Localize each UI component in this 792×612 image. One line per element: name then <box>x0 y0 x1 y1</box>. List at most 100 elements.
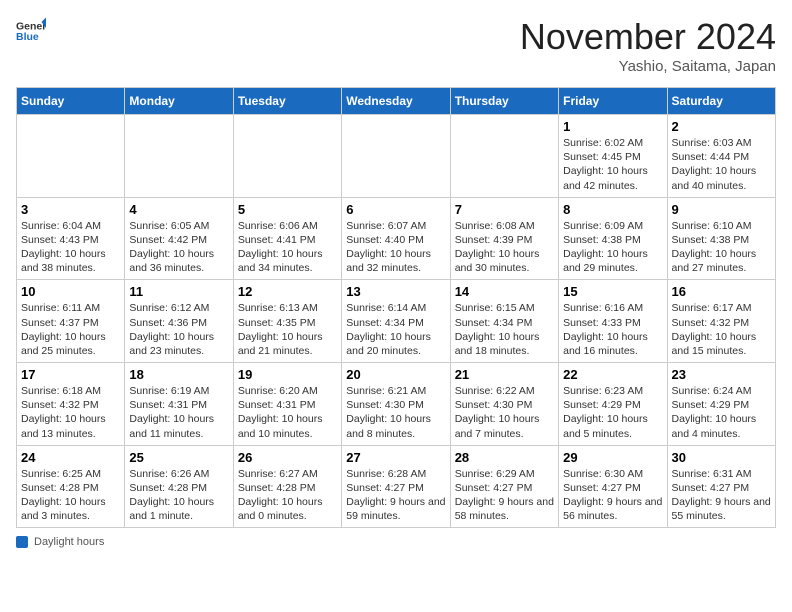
calendar-cell: 6 Sunrise: 6:07 AM Sunset: 4:40 PM Daylig… <box>342 197 450 280</box>
calendar-cell: 29 Sunrise: 6:30 AM Sunset: 4:27 PM Dayli… <box>559 445 667 528</box>
svg-text:Blue: Blue <box>16 31 39 43</box>
day-of-week-header: Saturday <box>667 88 775 115</box>
calendar-cell: 22Sunrise: 6:23 AM Sunset: 4:29 PM Dayli… <box>559 363 667 446</box>
calendar-cell: 21 Sunrise: 6:22 AM Sunset: 4:30 PM Dayli… <box>450 363 558 446</box>
calendar-cell: 26 Sunrise: 6:27 AM Sunset: 4:28 PM Dayli… <box>233 445 341 528</box>
day-of-week-header: Monday <box>125 88 233 115</box>
calendar-cell: 19 Sunrise: 6:20 AM Sunset: 4:31 PM Dayli… <box>233 363 341 446</box>
day-info: Sunrise: 6:25 AM Sunset: 4:28 PM Dayligh… <box>21 467 120 524</box>
day-number: 20 <box>346 367 445 382</box>
calendar-cell: 2 Sunrise: 6:03 AM Sunset: 4:44 PM Daylig… <box>667 115 775 198</box>
day-info: Sunrise: 6:13 AM Sunset: 4:35 PM Dayligh… <box>238 301 337 358</box>
day-info: Sunrise: 6:09 AM Sunset: 4:38 PM Dayligh… <box>563 219 662 276</box>
day-of-week-header: Friday <box>559 88 667 115</box>
day-number: 12 <box>238 284 337 299</box>
day-info: Sunrise: 6:23 AM Sunset: 4:29 PM Dayligh… <box>563 384 662 441</box>
day-info: Sunrise: 6:31 AM Sunset: 4:27 PM Dayligh… <box>672 467 771 524</box>
day-number: 18 <box>129 367 228 382</box>
day-number: 8 <box>563 202 662 217</box>
day-number: 24 <box>21 450 120 465</box>
day-info: Sunrise: 6:14 AM Sunset: 4:34 PM Dayligh… <box>346 301 445 358</box>
calendar-cell: 12 Sunrise: 6:13 AM Sunset: 4:35 PM Dayli… <box>233 280 341 363</box>
month-title: November 2024 <box>520 16 776 58</box>
day-number: 13 <box>346 284 445 299</box>
day-number: 17 <box>21 367 120 382</box>
calendar-cell: 3Sunrise: 6:04 AM Sunset: 4:43 PM Daylig… <box>17 197 125 280</box>
calendar-cell: 27 Sunrise: 6:28 AM Sunset: 4:27 PM Dayli… <box>342 445 450 528</box>
day-number: 2 <box>672 119 771 134</box>
calendar-cell <box>450 115 558 198</box>
calendar-cell <box>233 115 341 198</box>
day-number: 16 <box>672 284 771 299</box>
day-number: 28 <box>455 450 554 465</box>
location: Yashio, Saitama, Japan <box>520 58 776 75</box>
footer: Daylight hours <box>16 536 776 548</box>
day-number: 4 <box>129 202 228 217</box>
footer-label: Daylight hours <box>34 536 104 548</box>
day-info: Sunrise: 6:18 AM Sunset: 4:32 PM Dayligh… <box>21 384 120 441</box>
day-number: 29 <box>563 450 662 465</box>
day-number: 1 <box>563 119 662 134</box>
calendar-cell: 24 Sunrise: 6:25 AM Sunset: 4:28 PM Dayli… <box>17 445 125 528</box>
day-info: Sunrise: 6:03 AM Sunset: 4:44 PM Dayligh… <box>672 136 771 193</box>
day-info: Sunrise: 6:06 AM Sunset: 4:41 PM Dayligh… <box>238 219 337 276</box>
calendar-cell: 9Sunrise: 6:10 AM Sunset: 4:38 PM Daylig… <box>667 197 775 280</box>
calendar-cell <box>17 115 125 198</box>
calendar-cell: 14 Sunrise: 6:15 AM Sunset: 4:34 PM Dayli… <box>450 280 558 363</box>
day-of-week-header: Sunday <box>17 88 125 115</box>
day-number: 10 <box>21 284 120 299</box>
day-number: 21 <box>455 367 554 382</box>
day-info: Sunrise: 6:28 AM Sunset: 4:27 PM Dayligh… <box>346 467 445 524</box>
calendar-table: SundayMondayTuesdayWednesdayThursdayFrid… <box>16 87 776 528</box>
calendar-cell: 17 Sunrise: 6:18 AM Sunset: 4:32 PM Dayli… <box>17 363 125 446</box>
calendar-cell: 7Sunrise: 6:08 AM Sunset: 4:39 PM Daylig… <box>450 197 558 280</box>
day-info: Sunrise: 6:24 AM Sunset: 4:29 PM Dayligh… <box>672 384 771 441</box>
day-number: 23 <box>672 367 771 382</box>
day-number: 27 <box>346 450 445 465</box>
calendar-cell: 4 Sunrise: 6:05 AM Sunset: 4:42 PM Daylig… <box>125 197 233 280</box>
day-of-week-header: Wednesday <box>342 88 450 115</box>
day-info: Sunrise: 6:02 AM Sunset: 4:45 PM Dayligh… <box>563 136 662 193</box>
day-info: Sunrise: 6:19 AM Sunset: 4:31 PM Dayligh… <box>129 384 228 441</box>
calendar-cell: 28Sunrise: 6:29 AM Sunset: 4:27 PM Dayli… <box>450 445 558 528</box>
day-info: Sunrise: 6:30 AM Sunset: 4:27 PM Dayligh… <box>563 467 662 524</box>
day-info: Sunrise: 6:05 AM Sunset: 4:42 PM Dayligh… <box>129 219 228 276</box>
day-number: 30 <box>672 450 771 465</box>
calendar-cell: 15 Sunrise: 6:16 AM Sunset: 4:33 PM Dayli… <box>559 280 667 363</box>
day-info: Sunrise: 6:21 AM Sunset: 4:30 PM Dayligh… <box>346 384 445 441</box>
calendar-cell: 18 Sunrise: 6:19 AM Sunset: 4:31 PM Dayli… <box>125 363 233 446</box>
calendar-cell: 20 Sunrise: 6:21 AM Sunset: 4:30 PM Dayli… <box>342 363 450 446</box>
day-info: Sunrise: 6:16 AM Sunset: 4:33 PM Dayligh… <box>563 301 662 358</box>
calendar-cell: 5Sunrise: 6:06 AM Sunset: 4:41 PM Daylig… <box>233 197 341 280</box>
day-of-week-header: Thursday <box>450 88 558 115</box>
calendar-cell <box>125 115 233 198</box>
page-header: General Blue November 2024 Yashio, Saita… <box>16 16 776 75</box>
calendar-cell <box>342 115 450 198</box>
calendar-cell: 16 Sunrise: 6:17 AM Sunset: 4:32 PM Dayli… <box>667 280 775 363</box>
day-info: Sunrise: 6:07 AM Sunset: 4:40 PM Dayligh… <box>346 219 445 276</box>
calendar-cell: 10 Sunrise: 6:11 AM Sunset: 4:37 PM Dayli… <box>17 280 125 363</box>
day-number: 6 <box>346 202 445 217</box>
calendar-cell: 11Sunrise: 6:12 AM Sunset: 4:36 PM Dayli… <box>125 280 233 363</box>
day-info: Sunrise: 6:15 AM Sunset: 4:34 PM Dayligh… <box>455 301 554 358</box>
day-number: 9 <box>672 202 771 217</box>
day-number: 14 <box>455 284 554 299</box>
day-info: Sunrise: 6:27 AM Sunset: 4:28 PM Dayligh… <box>238 467 337 524</box>
day-info: Sunrise: 6:12 AM Sunset: 4:36 PM Dayligh… <box>129 301 228 358</box>
title-section: November 2024 Yashio, Saitama, Japan <box>520 16 776 75</box>
day-number: 3 <box>21 202 120 217</box>
logo: General Blue <box>16 16 46 46</box>
day-number: 19 <box>238 367 337 382</box>
generalblue-logo-icon: General Blue <box>16 16 46 46</box>
calendar-cell: 23 Sunrise: 6:24 AM Sunset: 4:29 PM Dayli… <box>667 363 775 446</box>
day-number: 26 <box>238 450 337 465</box>
day-info: Sunrise: 6:22 AM Sunset: 4:30 PM Dayligh… <box>455 384 554 441</box>
day-number: 15 <box>563 284 662 299</box>
daylight-icon <box>16 536 28 548</box>
calendar-cell: 13 Sunrise: 6:14 AM Sunset: 4:34 PM Dayli… <box>342 280 450 363</box>
day-info: Sunrise: 6:08 AM Sunset: 4:39 PM Dayligh… <box>455 219 554 276</box>
day-info: Sunrise: 6:11 AM Sunset: 4:37 PM Dayligh… <box>21 301 120 358</box>
calendar-cell: 8 Sunrise: 6:09 AM Sunset: 4:38 PM Daylig… <box>559 197 667 280</box>
day-info: Sunrise: 6:17 AM Sunset: 4:32 PM Dayligh… <box>672 301 771 358</box>
day-info: Sunrise: 6:20 AM Sunset: 4:31 PM Dayligh… <box>238 384 337 441</box>
